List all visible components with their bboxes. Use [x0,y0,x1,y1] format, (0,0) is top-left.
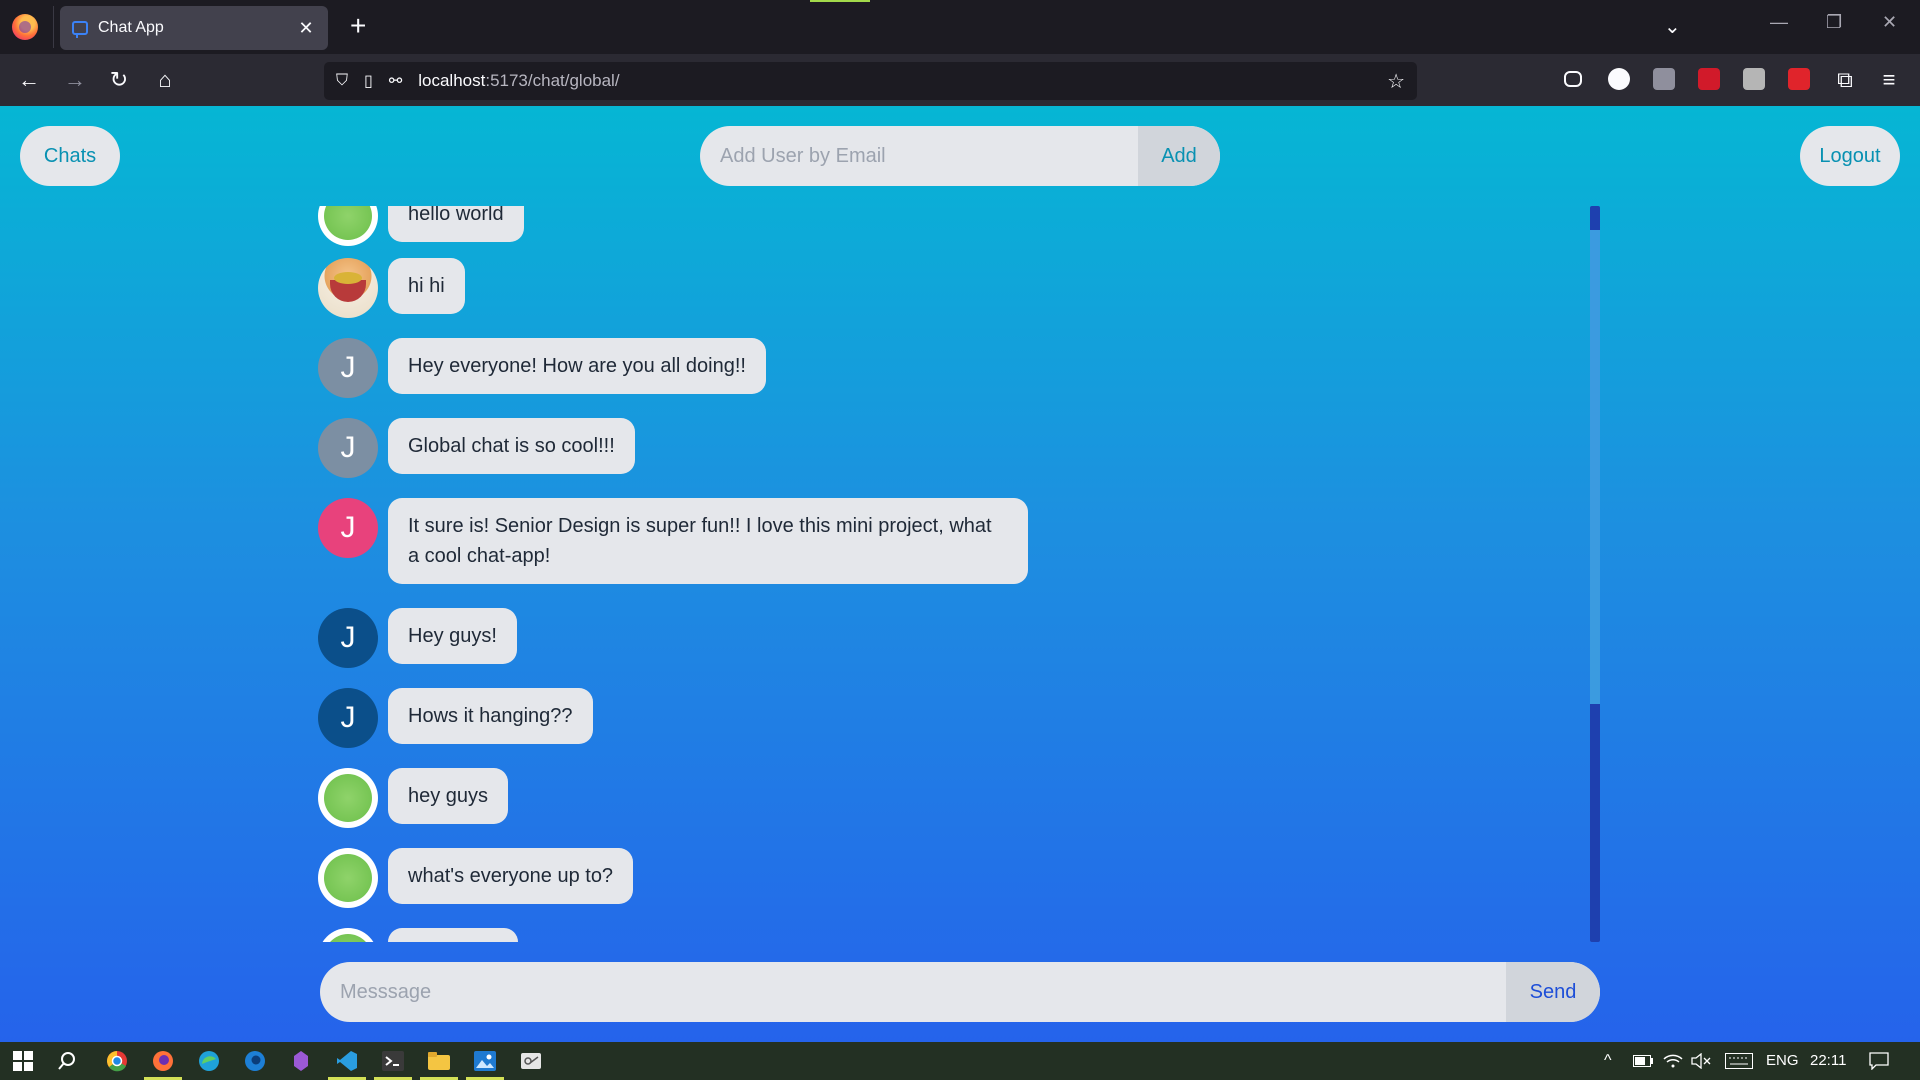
message-bubble: Hey guys! [388,608,517,664]
send-button[interactable]: Send [1506,962,1600,1022]
keyboard-icon[interactable] [1724,1048,1754,1074]
message-bubble: Hows it hanging?? [388,688,593,744]
extension-grey-icon[interactable] [1743,68,1765,90]
edge-icon[interactable] [196,1048,222,1074]
url-text[interactable]: localhost:5173/chat/global/ [418,71,619,91]
message-bubble: Global chat is so cool!!! [388,418,635,474]
message-list[interactable]: hello world hi hi J Hey everyone! How ar… [318,206,1608,942]
firefox-taskbar-icon[interactable] [144,1048,182,1080]
browser-navbar: ← → ↻ ⌂ ⛉ ▯ ⚯ localhost:5173/chat/global… [0,54,1920,106]
message-row: J Global chat is so cool!!! [318,418,635,478]
message-input[interactable] [320,962,1506,1022]
forward-icon[interactable]: → [60,66,90,94]
url-path: :5173/chat/global/ [485,71,620,90]
clock[interactable]: 22:11 [1810,1052,1846,1069]
add-user-email-input[interactable] [700,126,1138,186]
ublock-icon[interactable] [1653,68,1675,90]
user-avatar[interactable]: J [318,608,378,668]
message-row: hello world [318,206,524,246]
list-tabs-chevron-icon[interactable]: ⌄ [1664,14,1681,39]
back-icon[interactable]: ← [14,66,44,94]
menu-hamburger-icon[interactable]: ≡ [1874,66,1904,94]
visual-studio-icon[interactable] [288,1048,314,1074]
add-user-button[interactable]: Add [1138,126,1220,186]
message-bubble: hi hi [388,258,465,314]
terminal-icon[interactable] [374,1048,412,1080]
page-icon: ▯ [364,73,373,90]
message-bubble: hello world [388,206,524,242]
browser-tab[interactable]: Chat App ✕ [60,6,328,50]
message-row: J Hey everyone! How are you all doing!! [318,338,766,398]
sharing-indicator [810,0,870,2]
user-avatar[interactable] [318,206,378,246]
add-user-form: Add [700,126,1220,186]
shield-icon[interactable]: ⛉ [336,72,348,90]
browser-tabstrip: Chat App ✕ + ⌄ — ❐ ✕ [0,0,1920,54]
file-explorer-icon[interactable] [420,1048,458,1080]
permissions-icon[interactable]: ⚯ [389,71,402,91]
message-row: hey guys [318,768,509,828]
tab-title: Chat App [98,19,164,36]
notifications-icon[interactable] [1866,1048,1892,1074]
volume-muted-icon[interactable] [1688,1048,1714,1074]
message-row: J Hey guys! [318,608,517,668]
chrome-icon[interactable] [104,1048,130,1074]
extensions-puzzle-icon[interactable]: ⧉ [1830,66,1860,94]
close-window-icon[interactable]: ✕ [1882,12,1897,33]
message-row: hi hi [318,258,465,318]
message-row: J Hows it hanging?? [318,688,593,748]
user-avatar[interactable] [318,258,378,318]
user-avatar[interactable]: J [318,418,378,478]
message-row: what's everyone up to? [318,848,634,908]
message-bubble: It sure is! Senior Design is super fun!!… [388,498,1028,584]
tab-divider [53,6,54,48]
message-bubble [388,928,518,942]
message-composer: Send [320,962,1600,1022]
vscode-icon[interactable] [328,1048,366,1080]
firefox-logo-icon[interactable] [12,14,38,40]
message-row: J It sure is! Senior Design is super fun… [318,498,1028,584]
new-tab-button[interactable]: + [350,12,366,40]
firefox-dev-icon[interactable] [242,1048,268,1074]
show-hidden-icons-chevron-icon[interactable]: ^ [1604,1052,1612,1070]
snipping-tool-icon[interactable] [518,1048,544,1074]
minimize-icon[interactable]: — [1770,12,1788,33]
user-avatar[interactable] [318,848,378,908]
user-avatar[interactable] [318,768,378,828]
message-row-partial [318,928,518,942]
user-avatar[interactable]: J [318,498,378,558]
message-bubble: Hey everyone! How are you all doing!! [388,338,766,394]
extension-pen-icon[interactable] [1788,68,1810,90]
url-host: localhost [418,71,486,90]
home-icon[interactable]: ⌂ [150,66,180,94]
user-avatar[interactable] [318,928,378,942]
windows-start-icon[interactable] [10,1048,36,1074]
reload-icon[interactable]: ↻ [104,66,134,94]
restore-icon[interactable]: ❐ [1826,12,1842,33]
wifi-icon[interactable] [1660,1048,1686,1074]
bookmark-star-icon[interactable]: ☆ [1387,69,1405,94]
windows-taskbar: ^ ENG 22:11 [0,1042,1920,1080]
logout-button[interactable]: Logout [1800,126,1900,186]
account-icon[interactable] [1608,68,1630,90]
message-bubble: hey guys [388,768,509,824]
chat-page: Chats Add Logout hello world hi hi J Hey… [0,106,1920,1042]
message-scrollbar-thumb[interactable] [1590,230,1600,704]
search-icon[interactable] [54,1048,80,1074]
message-bubble: what's everyone up to? [388,848,634,904]
language-indicator[interactable]: ENG [1766,1052,1799,1069]
battery-icon[interactable] [1630,1048,1656,1074]
chat-tab-icon [72,21,88,38]
user-avatar[interactable]: J [318,688,378,748]
user-avatar[interactable]: J [318,338,378,398]
close-tab-icon[interactable]: ✕ [296,18,316,39]
pocket-icon[interactable] [1564,71,1582,87]
extension-red-icon[interactable] [1698,68,1720,90]
url-bar[interactable]: ⛉ ▯ ⚯ localhost:5173/chat/global/ ☆ [324,62,1417,100]
chats-button[interactable]: Chats [20,126,120,186]
photos-icon[interactable] [466,1048,504,1080]
